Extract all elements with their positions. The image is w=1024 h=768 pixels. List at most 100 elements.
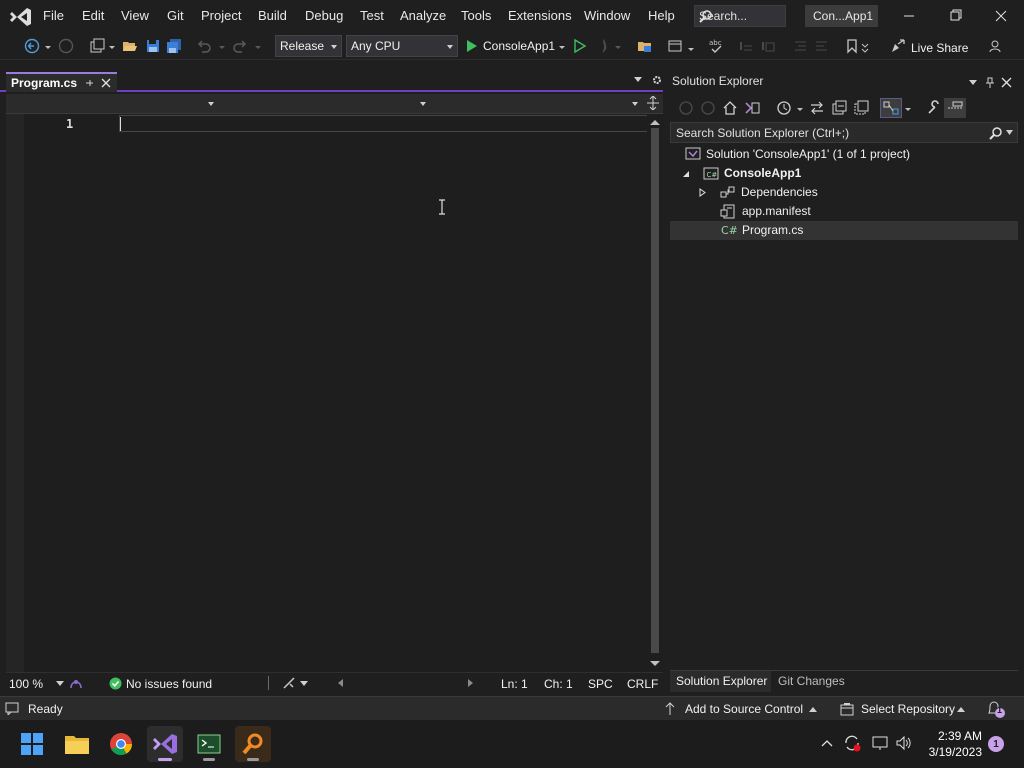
show-all-files-icon[interactable] (853, 100, 869, 116)
menu-project[interactable]: Project (201, 8, 241, 23)
new-project-icon[interactable] (89, 38, 105, 54)
minimize-button[interactable] (886, 4, 932, 28)
restore-button[interactable] (932, 4, 978, 28)
chrome-app-icon[interactable] (103, 726, 139, 762)
close-window-button[interactable] (978, 4, 1024, 28)
clock-time[interactable]: 2:39 AM (926, 729, 982, 743)
back-dropdown-icon[interactable] (44, 38, 52, 54)
browse-folder-icon[interactable] (637, 38, 653, 54)
zoom-level[interactable]: 100 % (9, 677, 43, 691)
navigate-forward-icon[interactable] (58, 38, 74, 54)
tree-item-project[interactable]: C# ConsoleApp1 (670, 164, 1018, 183)
start-debugging-icon[interactable] (464, 38, 480, 54)
switch-views-icon[interactable] (744, 100, 760, 116)
code-editor[interactable]: 1 (6, 114, 663, 672)
notifications-bell-icon[interactable]: 1 (985, 700, 1007, 718)
line-indicator[interactable]: Ln: 1 (501, 677, 528, 691)
issues-status[interactable]: No issues found (126, 677, 212, 691)
solution-name-badge[interactable]: Con...App1 (805, 5, 878, 27)
tab-git-changes[interactable]: Git Changes (778, 674, 845, 688)
toolbar-overflow-icon[interactable] (861, 38, 869, 54)
select-repository-button[interactable]: Select Repository (861, 702, 955, 716)
properties-wrench-icon[interactable] (926, 100, 942, 116)
menu-git[interactable]: Git (167, 8, 184, 23)
new-dropdown-icon[interactable] (108, 38, 116, 54)
tree-item-app-manifest[interactable]: app.manifest (670, 202, 1018, 221)
split-editor-icon[interactable] (647, 96, 659, 110)
open-folder-icon[interactable] (122, 38, 138, 54)
pending-changes-filter-icon[interactable] (776, 100, 792, 116)
cleanup-dropdown-icon[interactable] (300, 681, 308, 686)
window-position-dropdown-icon[interactable] (969, 80, 977, 86)
uncomment-icon[interactable] (760, 38, 776, 54)
save-icon[interactable] (145, 38, 161, 54)
menu-edit[interactable]: Edit (82, 8, 104, 23)
scroll-down-icon[interactable] (647, 659, 663, 669)
redo-icon[interactable] (232, 38, 248, 54)
preview-dropdown-icon[interactable] (904, 100, 912, 116)
close-tab-icon[interactable] (100, 77, 112, 89)
save-all-icon[interactable] (166, 38, 182, 54)
tree-item-program-cs[interactable]: C# Program.cs (670, 221, 1018, 240)
terminal-app-icon[interactable] (191, 726, 227, 762)
bookmark-icon[interactable] (844, 38, 860, 54)
notification-center-badge[interactable]: 1 (988, 736, 1004, 752)
hot-reload-dropdown-icon[interactable] (614, 38, 622, 54)
hot-reload-icon[interactable] (596, 38, 612, 54)
outdent-icon[interactable] (792, 38, 808, 54)
search-tool-app-icon[interactable] (235, 726, 271, 762)
scroll-up-icon[interactable] (647, 117, 663, 127)
start-button[interactable] (14, 726, 50, 762)
tab-list-dropdown-icon[interactable] (634, 77, 642, 83)
menu-debug[interactable]: Debug (305, 8, 343, 23)
close-panel-icon[interactable] (1001, 77, 1012, 88)
preview-pane-icon[interactable] (944, 98, 966, 118)
volume-icon[interactable] (895, 735, 913, 751)
vertical-scrollbar[interactable] (647, 114, 663, 672)
platform-select[interactable]: Any CPU (346, 35, 458, 57)
menu-extensions[interactable]: Extensions (508, 8, 572, 23)
scroll-left-icon[interactable] (336, 678, 344, 688)
search-box[interactable]: Search... (694, 5, 786, 27)
collapsed-arrow-icon[interactable] (699, 188, 706, 197)
tree-item-dependencies[interactable]: Dependencies (670, 183, 1018, 202)
line-ending-indicator[interactable]: CRLF (627, 677, 658, 691)
undo-dropdown-icon[interactable] (218, 38, 226, 54)
indent-icon[interactable] (813, 38, 829, 54)
comment-icon[interactable] (738, 38, 754, 54)
tree-item-solution[interactable]: Solution 'ConsoleApp1' (1 of 1 project) (670, 145, 1018, 164)
layout-dropdown-icon[interactable] (687, 38, 695, 54)
file-explorer-app-icon[interactable] (59, 726, 95, 762)
clock-date[interactable]: 3/19/2023 (920, 745, 982, 759)
se-back-icon[interactable] (678, 100, 694, 116)
menu-test[interactable]: Test (360, 8, 384, 23)
navigate-back-icon[interactable] (24, 38, 40, 54)
spell-check-icon[interactable]: abc (708, 38, 724, 54)
scroll-right-icon[interactable] (467, 678, 475, 688)
zoom-dropdown-icon[interactable] (56, 681, 64, 686)
live-share-icon[interactable] (890, 38, 906, 54)
visual-studio-logo-icon[interactable] (8, 6, 34, 28)
home-icon[interactable] (722, 100, 738, 116)
menu-view[interactable]: View (121, 8, 149, 23)
pin-icon[interactable] (84, 78, 94, 88)
redo-dropdown-icon[interactable] (254, 38, 262, 54)
add-to-source-control-button[interactable]: Add to Source Control (685, 702, 803, 716)
search-options-dropdown-icon[interactable] (1006, 130, 1013, 135)
column-indicator[interactable]: Ch: 1 (544, 677, 573, 691)
expanded-arrow-icon[interactable] (682, 170, 690, 178)
sync-with-document-icon[interactable] (809, 100, 825, 116)
tab-program-cs[interactable]: Program.cs (6, 72, 117, 92)
network-icon[interactable] (871, 735, 889, 751)
se-forward-icon[interactable] (700, 100, 716, 116)
member-scope-dropdown[interactable] (432, 96, 644, 112)
live-share-button[interactable]: Live Share (911, 41, 968, 55)
configuration-select[interactable]: Release (275, 35, 342, 57)
filter-dropdown-icon[interactable] (796, 100, 804, 116)
tab-solution-explorer[interactable]: Solution Explorer (670, 671, 771, 692)
chevron-up-icon[interactable] (809, 707, 817, 712)
start-target-button[interactable]: ConsoleApp1 (483, 39, 555, 53)
sync-status-icon[interactable] (843, 734, 861, 752)
solution-explorer-search[interactable]: Search Solution Explorer (Ctrl+;) (670, 122, 1018, 143)
feedback-icon[interactable] (987, 38, 1003, 54)
